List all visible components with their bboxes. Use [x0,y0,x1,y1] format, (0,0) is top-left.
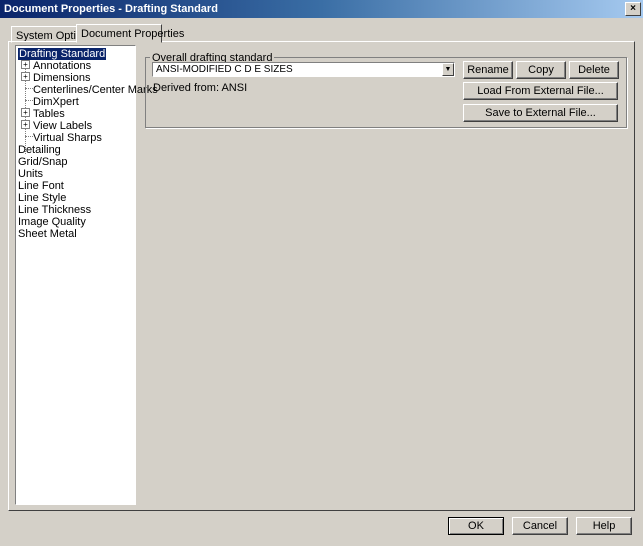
options-tree[interactable]: Drafting Standard + Annotations + Dimens… [15,45,158,505]
drafting-standard-dropdown[interactable]: ANSI-MODIFIED C D E SIZES ▼ [152,62,455,77]
window-title: Document Properties - Drafting Standard [4,3,218,15]
tree-item-line-style[interactable]: Line Style [18,192,66,204]
tree-item-drafting-standard[interactable]: Drafting Standard [18,48,107,60]
tree-item-units[interactable]: Units [18,168,43,180]
tree-item-annotations[interactable]: Annotations [33,60,91,72]
dropdown-value: ANSI-MODIFIED C D E SIZES [156,64,293,75]
load-from-external-file-button[interactable]: Load From External File... [463,82,618,100]
tree-item-image-quality[interactable]: Image Quality [18,216,86,228]
copy-button[interactable]: Copy [516,61,566,79]
chevron-down-icon[interactable]: ▼ [442,63,454,76]
delete-button[interactable]: Delete [569,61,619,79]
cancel-button[interactable]: Cancel [512,517,568,535]
expand-icon[interactable]: + [21,72,30,81]
tree-item-centerlines[interactable]: Centerlines/Center Marks [33,84,158,96]
save-to-external-file-button[interactable]: Save to External File... [463,104,618,122]
derived-from-label: Derived from: ANSI [153,82,248,94]
tree-item-detailing[interactable]: Detailing [18,144,61,156]
tree-item-dimxpert[interactable]: DimXpert [33,96,79,108]
tree-item-line-thickness[interactable]: Line Thickness [18,204,91,216]
tree-item-dimensions[interactable]: Dimensions [33,72,90,84]
tree-connector-line [25,88,33,89]
title-bar: Document Properties - Drafting Standard … [0,0,643,18]
expand-icon[interactable]: + [21,108,30,117]
expand-icon[interactable]: + [21,120,30,129]
tree-item-grid-snap[interactable]: Grid/Snap [18,156,68,168]
close-button[interactable]: × [625,2,641,16]
tree-connector-line [25,136,33,137]
expand-icon[interactable]: + [21,60,30,69]
rename-button[interactable]: Rename [463,61,513,79]
tree-item-virtual-sharps[interactable]: Virtual Sharps [33,132,102,144]
tree-item-line-font[interactable]: Line Font [18,180,64,192]
ok-button[interactable]: OK [448,517,504,535]
tree-item-sheet-metal[interactable]: Sheet Metal [18,228,77,240]
tree-item-view-labels[interactable]: View Labels [33,120,92,132]
tree-item-tables[interactable]: Tables [33,108,65,120]
tab-document-properties[interactable]: Document Properties [76,24,184,43]
tree-connector-line [25,100,33,101]
help-button[interactable]: Help [576,517,632,535]
